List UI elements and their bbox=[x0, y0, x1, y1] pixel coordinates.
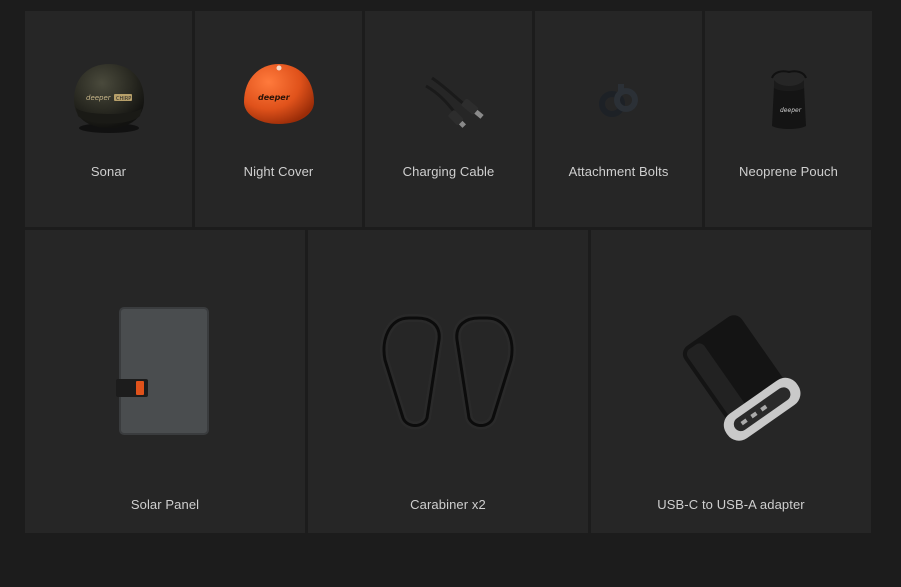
package-contents-grid: deeper CHIRP Sonar deeper Night Cover Ch… bbox=[25, 11, 872, 533]
item-label: Charging Cable bbox=[402, 164, 495, 179]
accessories-row-top: deeper CHIRP Sonar deeper Night Cover Ch… bbox=[25, 11, 872, 227]
item-label: Solar Panel bbox=[130, 497, 200, 512]
item-tile-sonar: deeper CHIRP Sonar bbox=[25, 11, 192, 227]
item-tile-neoprene-pouch: deeper Neoprene Pouch bbox=[705, 11, 872, 227]
sonar-badge-text: CHIRP bbox=[116, 96, 131, 102]
charging-cable-icon bbox=[365, 51, 532, 141]
neoprene-pouch-icon: deeper bbox=[705, 51, 872, 141]
item-tile-charging-cable: Charging Cable bbox=[365, 11, 532, 227]
item-tile-usb-adapter: USB-C to USB-A adapter bbox=[591, 230, 871, 533]
item-label: Attachment Bolts bbox=[568, 164, 669, 179]
item-tile-carabiner: Carabiner x2 bbox=[308, 230, 588, 533]
item-tile-solar-panel: Solar Panel bbox=[25, 230, 305, 533]
night-cover-logo-text: deeper bbox=[258, 93, 291, 102]
pouch-logo-text: deeper bbox=[780, 107, 802, 114]
item-label: Neoprene Pouch bbox=[739, 164, 838, 179]
sonar-device-icon: deeper CHIRP bbox=[25, 51, 192, 141]
solar-panel-icon bbox=[25, 280, 305, 460]
item-label: Sonar bbox=[90, 164, 127, 179]
item-tile-attachment-bolts: Attachment Bolts bbox=[535, 11, 702, 227]
usb-adapter-icon bbox=[591, 280, 871, 460]
sonar-logo-text: deeper bbox=[86, 94, 112, 102]
item-tile-night-cover: deeper Night Cover bbox=[195, 11, 362, 227]
carabiner-icon bbox=[308, 280, 588, 460]
item-label: Carabiner x2 bbox=[410, 497, 486, 512]
attachment-bolts-icon bbox=[535, 51, 702, 141]
item-label: USB-C to USB-A adapter bbox=[657, 497, 805, 512]
night-cover-icon: deeper bbox=[195, 51, 362, 141]
accessories-row-bottom: Solar Panel Carabiner x2 USB-C to USB-A … bbox=[25, 230, 872, 533]
item-label: Night Cover bbox=[243, 164, 314, 179]
